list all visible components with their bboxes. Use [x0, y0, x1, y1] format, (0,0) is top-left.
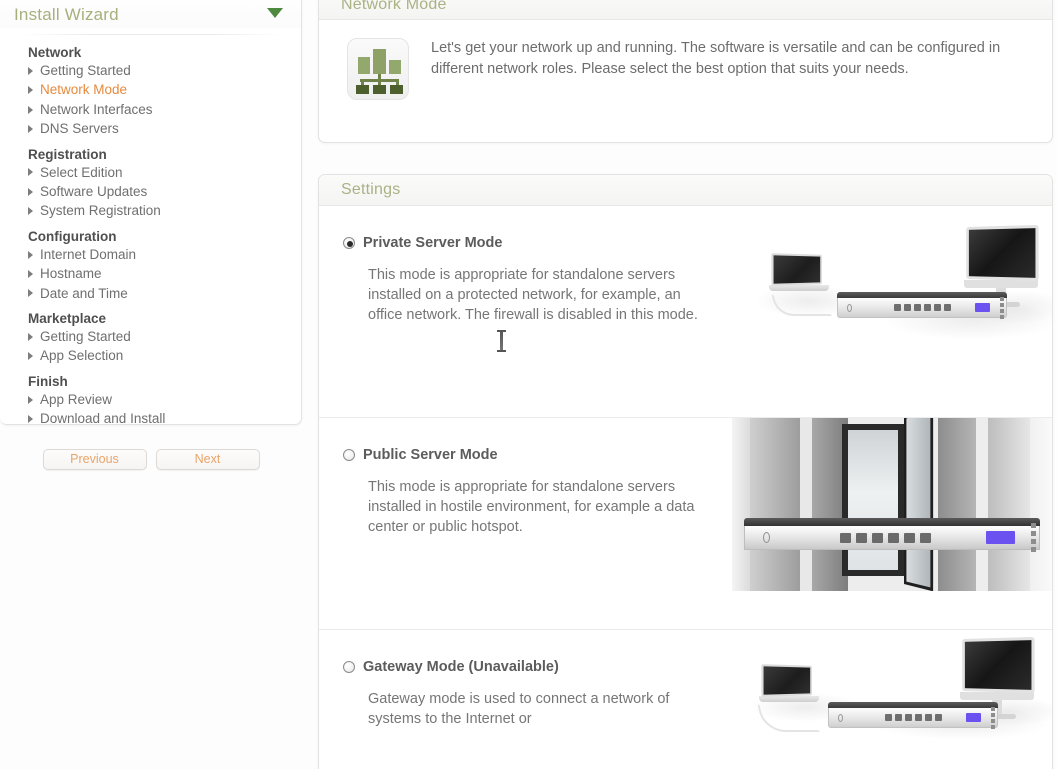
- radio-public-server-mode[interactable]: [343, 449, 355, 461]
- mode-option-gateway[interactable]: Gateway Mode (Unavailable) Gateway mode …: [319, 630, 1052, 769]
- wizard-sidebar: Install Wizard Network Getting Started N…: [0, 0, 302, 426]
- nav-group-marketplace: Marketplace: [28, 311, 107, 327]
- data-center-rack-illustration: [732, 418, 1052, 591]
- nav-group-finish: Finish: [28, 373, 68, 389]
- intro-title: Network Mode: [341, 0, 447, 13]
- radio-private-server-mode[interactable]: [343, 237, 355, 249]
- arrow-right-icon: [28, 168, 33, 177]
- mode-description: Gateway mode is used to connect a networ…: [368, 691, 670, 727]
- nav-label: Network Interfaces: [40, 101, 153, 117]
- arrow-right-icon: [28, 414, 33, 423]
- mode-description: This mode is appropriate for standalone …: [368, 267, 698, 323]
- intro-description: Let's get your network up and running. T…: [431, 40, 1001, 77]
- arrow-right-icon: [28, 86, 33, 95]
- install-wizard-window: Install Wizard Network Getting Started N…: [0, 0, 1057, 769]
- sidebar-item-app-review[interactable]: App Review: [26, 390, 301, 409]
- sidebar-header: Install Wizard: [0, 0, 301, 28]
- nav-label: Hostname: [40, 266, 102, 282]
- settings-panel-header: Settings: [319, 175, 1052, 206]
- arrow-right-icon: [28, 124, 33, 133]
- nav-group-network: Network: [28, 45, 82, 60]
- mode-option-private-server[interactable]: Private Server Mode This mode is appropr…: [319, 206, 1052, 418]
- sidebar-item-date-and-time[interactable]: Date and Time: [26, 284, 301, 303]
- next-button[interactable]: Next: [155, 449, 260, 470]
- settings-title: Settings: [341, 181, 401, 198]
- arrow-right-icon: [28, 250, 33, 259]
- sidebar-item-network-interfaces[interactable]: Network Interfaces: [26, 100, 301, 119]
- nav-group-registration: Registration: [28, 146, 107, 162]
- wizard-button-bar: Previous Next: [0, 449, 302, 470]
- nav-label: App Review: [40, 391, 113, 407]
- nav-label: Software Updates: [40, 184, 148, 200]
- arrow-right-icon: [28, 66, 33, 75]
- nav-label: Getting Started: [40, 63, 131, 78]
- sidebar-item-marketplace-getting-started[interactable]: Getting Started: [26, 327, 301, 346]
- arrow-right-icon: [28, 352, 33, 361]
- chevron-down-icon[interactable]: [267, 8, 283, 18]
- mouse-text-cursor: [497, 330, 506, 352]
- sidebar-item-system-registration[interactable]: System Registration: [26, 201, 301, 220]
- sidebar-item-getting-started[interactable]: Getting Started: [26, 61, 301, 80]
- page-title: Install Wizard: [14, 5, 119, 24]
- network-mode-options: Private Server Mode This mode is appropr…: [319, 206, 1052, 769]
- sidebar-item-hostname[interactable]: Hostname: [26, 264, 301, 283]
- sidebar-item-dns-servers[interactable]: DNS Servers: [26, 119, 301, 138]
- arrow-right-icon: [28, 207, 33, 216]
- nav-label: DNS Servers: [40, 121, 119, 137]
- network-topology-icon: [347, 38, 409, 100]
- wizard-nav: Network Getting Started Network Mode Net…: [0, 35, 301, 429]
- settings-panel: Settings Private Server Mode This mode i…: [318, 174, 1053, 769]
- arrow-right-icon: [28, 269, 33, 278]
- appliance-logo-icon: [838, 713, 844, 722]
- nav-label: Internet Domain: [40, 246, 137, 262]
- radio-gateway-mode[interactable]: [343, 661, 355, 673]
- sidebar-item-network-mode[interactable]: Network Mode: [26, 80, 301, 99]
- previous-button[interactable]: Previous: [42, 449, 147, 470]
- gateway-network-illustration: [732, 630, 1052, 760]
- mode-title: Private Server Mode: [363, 235, 503, 251]
- sidebar-item-download-and-install[interactable]: Download and Install: [26, 409, 301, 428]
- office-network-illustration: [732, 206, 1052, 396]
- arrow-right-icon: [28, 289, 33, 298]
- sidebar-item-app-selection[interactable]: App Selection: [26, 346, 301, 365]
- arrow-right-icon: [28, 105, 33, 114]
- mode-description: This mode is appropriate for standalone …: [368, 479, 695, 535]
- nav-label: Select Edition: [40, 164, 123, 180]
- sidebar-item-select-edition[interactable]: Select Edition: [26, 163, 301, 182]
- mode-title: Gateway Mode (Unavailable): [363, 659, 559, 675]
- appliance-logo-icon: [763, 532, 771, 543]
- intro-body: Let's get your network up and running. T…: [319, 20, 1052, 100]
- sidebar-item-internet-domain[interactable]: Internet Domain: [26, 245, 301, 264]
- mode-title: Public Server Mode: [363, 447, 498, 463]
- nav-label: System Registration: [40, 203, 161, 219]
- nav-label: Getting Started: [40, 329, 131, 345]
- sidebar-item-software-updates[interactable]: Software Updates: [26, 182, 301, 201]
- intro-panel-header: Network Mode: [319, 0, 1052, 20]
- arrow-right-icon: [28, 187, 33, 196]
- nav-label: Date and Time: [40, 285, 128, 301]
- nav-label: Network Mode: [40, 82, 128, 98]
- arrow-right-icon: [28, 395, 33, 404]
- nav-label: Download and Install: [40, 411, 166, 427]
- nav-label: App Selection: [40, 348, 124, 364]
- network-mode-intro-panel: Network Mode Let's get your network up a…: [318, 0, 1053, 143]
- appliance-logo-icon: [847, 303, 853, 312]
- nav-group-configuration: Configuration: [28, 228, 117, 244]
- mode-option-public-server[interactable]: Public Server Mode This mode is appropri…: [319, 418, 1052, 630]
- arrow-right-icon: [28, 332, 33, 341]
